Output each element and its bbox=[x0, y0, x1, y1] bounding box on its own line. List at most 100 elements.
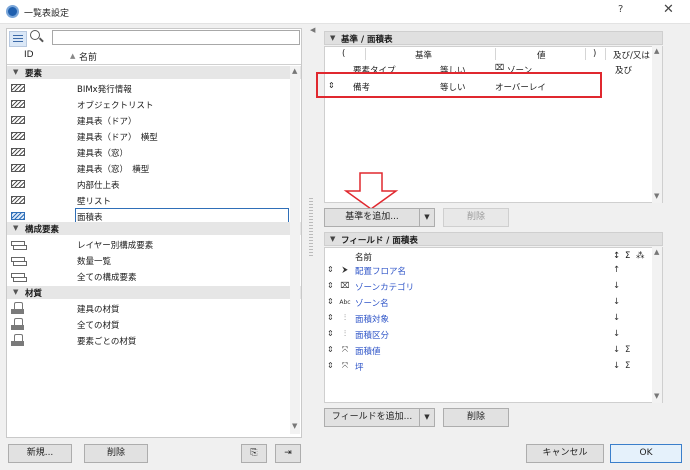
add-field-dropdown[interactable]: ▼ bbox=[419, 408, 435, 427]
collapse-icon[interactable]: ▼ bbox=[13, 68, 18, 76]
collapse-icon[interactable]: ▼ bbox=[330, 235, 335, 243]
layer-icon bbox=[11, 256, 27, 266]
scroll-down-icon[interactable]: ▼ bbox=[654, 192, 659, 200]
grid-line bbox=[605, 48, 606, 60]
collapse-icon[interactable]: ▼ bbox=[330, 34, 335, 42]
group-label: 構成要素 bbox=[25, 225, 60, 235]
criteria-scrollbar[interactable]: ▲ ▼ bbox=[652, 46, 662, 203]
list-item[interactable]: BIMx発行情報 bbox=[7, 80, 287, 96]
item-name: BIMx発行情報 bbox=[77, 85, 132, 95]
sort-value[interactable]: ↓ bbox=[613, 345, 620, 355]
zone-icon: ⌧ bbox=[340, 281, 350, 290]
sum-value[interactable]: Σ bbox=[625, 361, 630, 371]
list-item[interactable]: 壁リスト bbox=[7, 192, 287, 208]
fields-table: 名前 ↕ Σ ⁂ ⇕ ⮞ 配置フロア名 ↑ ⇕ ⌧ ゾーンカテゴリ ↓ ⇕ Ab… bbox=[324, 247, 663, 403]
sum-value[interactable]: Σ bbox=[625, 345, 630, 355]
sort-column-header: ↕ bbox=[613, 251, 621, 261]
sort-value[interactable]: ↓ bbox=[613, 281, 620, 291]
scroll-down-icon[interactable]: ▼ bbox=[654, 392, 659, 400]
drag-handle-icon[interactable]: ⇕ bbox=[327, 329, 334, 338]
list-item[interactable]: 数量一覧 bbox=[7, 252, 287, 268]
criteria-panel-header[interactable]: ▼ 基準 / 面積表 bbox=[324, 31, 663, 45]
list-item[interactable]: レイヤー別構成要素 bbox=[7, 236, 287, 252]
layer-icon bbox=[11, 240, 27, 250]
group-components[interactable]: ▼ 構成要素 bbox=[7, 222, 301, 235]
search-icon[interactable] bbox=[30, 30, 40, 40]
list-item[interactable]: 建具表（窓） bbox=[7, 144, 287, 160]
scroll-up-icon[interactable]: ▲ bbox=[654, 248, 659, 256]
scroll-down-icon[interactable]: ▼ bbox=[292, 422, 297, 430]
ok-button[interactable]: OK bbox=[610, 444, 682, 463]
scroll-up-icon[interactable]: ▲ bbox=[654, 47, 659, 55]
group-materials[interactable]: ▼ 材質 bbox=[7, 286, 301, 299]
sort-value[interactable]: ↓ bbox=[613, 297, 620, 307]
fields-panel-header[interactable]: ▼ フィールド / 面積表 bbox=[324, 232, 663, 246]
group-elements[interactable]: ▼ 要素 bbox=[7, 66, 301, 79]
highlight-box bbox=[316, 72, 602, 98]
field-row[interactable]: ⇕ ⫶ 面積対象 ↓ bbox=[325, 310, 645, 326]
field-row[interactable]: ⇕ ⮞ 配置フロア名 ↑ bbox=[325, 262, 645, 278]
import-icon[interactable]: ⎘ bbox=[241, 444, 267, 463]
drag-handle-icon[interactable]: ⇕ bbox=[327, 281, 334, 290]
drag-handle-icon[interactable]: ⇕ bbox=[327, 313, 334, 322]
window-title: 一覧表設定 bbox=[24, 9, 70, 19]
drag-handle-icon[interactable]: ⇕ bbox=[327, 361, 334, 370]
add-criteria-button[interactable]: 基準を追加... bbox=[324, 208, 420, 227]
scroll-up-icon[interactable]: ▲ bbox=[292, 67, 297, 75]
field-row[interactable]: ⇕ ⌧ ゾーンカテゴリ ↓ bbox=[325, 278, 645, 294]
item-name: 建具表（窓） bbox=[77, 149, 129, 159]
list-item[interactable]: 全ての構成要素 bbox=[7, 268, 287, 284]
delete-field-button[interactable]: 削除 bbox=[443, 408, 509, 427]
andor-cell[interactable]: 及び bbox=[615, 64, 632, 76]
delete-criteria-button[interactable]: 削除 bbox=[443, 208, 509, 227]
add-criteria-dropdown[interactable]: ▼ bbox=[419, 208, 435, 227]
list-item[interactable]: 建具の材質 bbox=[7, 300, 287, 316]
list-item[interactable]: 建具表（窓） 横型 bbox=[7, 160, 287, 176]
schedule-icon bbox=[11, 180, 25, 188]
title-bar bbox=[0, 0, 690, 24]
list-item[interactable]: 建具表（ドア） 横型 bbox=[7, 128, 287, 144]
collapse-icon[interactable]: ▼ bbox=[13, 288, 18, 296]
item-name: オブジェクトリスト bbox=[77, 101, 154, 111]
down-arrow-icon bbox=[343, 172, 399, 210]
field-name: 面積対象 bbox=[355, 315, 390, 325]
field-row[interactable]: ⇕ ⤧ 面積値 ↓ Σ bbox=[325, 342, 645, 358]
fields-scrollbar[interactable]: ▲ ▼ bbox=[652, 247, 662, 403]
bars-icon: ⫶ bbox=[344, 313, 346, 322]
collapse-icon[interactable]: ▼ bbox=[13, 224, 18, 232]
id-column-header[interactable]: ID bbox=[24, 50, 34, 64]
schedule-icon bbox=[11, 164, 25, 172]
zone-icon: ⌧ bbox=[495, 63, 505, 72]
app-icon bbox=[6, 5, 19, 18]
drag-handle-icon[interactable]: ⇕ bbox=[327, 297, 334, 306]
cancel-button[interactable]: キャンセル bbox=[526, 444, 604, 463]
field-row[interactable]: ⇕ ⫶ 面積区分 ↓ bbox=[325, 326, 645, 342]
drag-handle-icon[interactable]: ⇕ bbox=[327, 345, 334, 354]
list-item[interactable]: 内部仕上表 bbox=[7, 176, 287, 192]
field-name: 配置フロア名 bbox=[355, 267, 407, 277]
sort-value[interactable]: ↑ bbox=[613, 265, 620, 275]
field-row[interactable]: ⇕ Abc ゾーン名 ↓ bbox=[325, 294, 645, 310]
field-row[interactable]: ⇕ ⤧ 坪 ↓ Σ bbox=[325, 358, 645, 374]
splitter-grip[interactable] bbox=[309, 198, 313, 258]
list-item[interactable]: 要素ごとの材質 bbox=[7, 332, 287, 348]
list-view-icon[interactable] bbox=[9, 31, 27, 47]
close-icon[interactable]: ✕ bbox=[663, 2, 674, 17]
left-scrollbar[interactable]: ▲ ▼ bbox=[290, 66, 300, 434]
new-button[interactable]: 新規... bbox=[8, 444, 72, 463]
sort-value[interactable]: ↓ bbox=[613, 329, 620, 339]
export-icon[interactable]: ⇥ bbox=[275, 444, 301, 463]
search-input[interactable] bbox=[52, 30, 300, 45]
sort-value[interactable]: ↓ bbox=[613, 313, 620, 323]
sort-value[interactable]: ↓ bbox=[613, 361, 620, 371]
name-column-header[interactable]: 名前 bbox=[79, 50, 97, 64]
list-item[interactable]: 建具表（ドア） bbox=[7, 112, 287, 128]
help-button[interactable]: ? bbox=[618, 4, 623, 15]
collapse-left-icon[interactable]: ◀ bbox=[310, 26, 315, 34]
list-item[interactable]: 全ての材質 bbox=[7, 316, 287, 332]
list-item[interactable]: オブジェクトリスト bbox=[7, 96, 287, 112]
delete-schedule-button[interactable]: 削除 bbox=[84, 444, 148, 463]
criteria-title: 基準 / 面積表 bbox=[341, 35, 393, 45]
add-field-button[interactable]: フィールドを追加... bbox=[324, 408, 420, 427]
drag-handle-icon[interactable]: ⇕ bbox=[327, 265, 334, 274]
